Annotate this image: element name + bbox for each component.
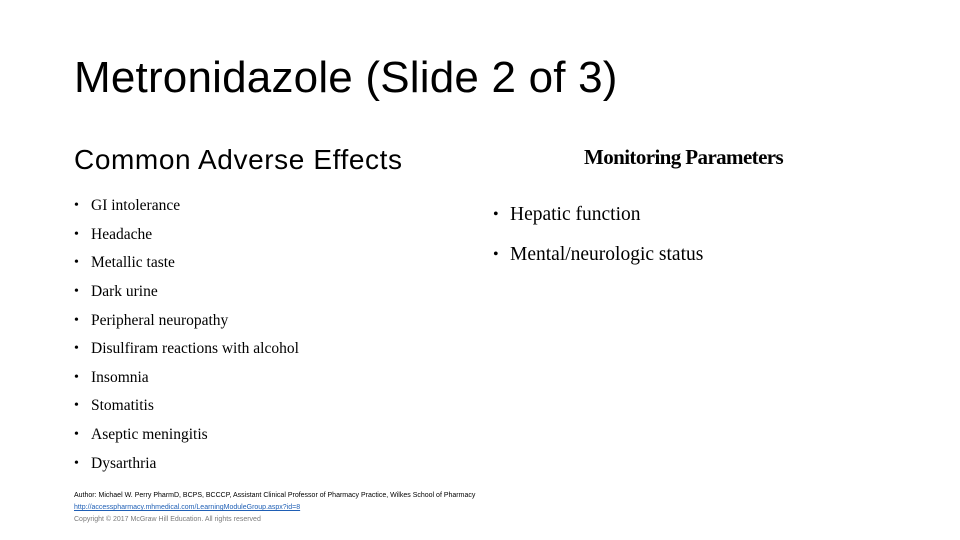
list-item: • Peripheral neuropathy bbox=[74, 306, 299, 335]
copyright-notice: Copyright © 2017 McGraw Hill Education. … bbox=[74, 516, 261, 523]
source-link[interactable]: http://accesspharmacy.mhmedical.com/Lear… bbox=[74, 502, 475, 513]
list-item: • Stomatitis bbox=[74, 392, 299, 421]
bullet-icon: • bbox=[74, 198, 79, 214]
adverse-effects-heading: Common Adverse Effects bbox=[74, 144, 403, 175]
bullet-icon: • bbox=[74, 226, 79, 242]
bullet-icon: • bbox=[74, 284, 79, 300]
list-item: • Hepatic function bbox=[493, 195, 703, 235]
slide-footer: Author: Michael W. Perry PharmD, BCPS, B… bbox=[74, 490, 475, 525]
monitoring-parameters-list: • Hepatic function • Mental/neurologic sta… bbox=[493, 195, 703, 275]
bullet-icon: • bbox=[493, 246, 499, 263]
list-item: • Dysarthria bbox=[74, 449, 299, 478]
bullet-icon: • bbox=[74, 341, 79, 357]
bullet-icon: • bbox=[74, 427, 79, 443]
list-item-text: Peripheral neuropathy bbox=[91, 311, 229, 329]
bullet-icon: • bbox=[74, 255, 79, 271]
list-item-text: Disulfiram reactions with alcohol bbox=[91, 340, 299, 358]
list-item-text: Aseptic meningitis bbox=[91, 426, 208, 444]
bullet-icon: • bbox=[74, 312, 79, 328]
author-credit: Author: Michael W. Perry PharmD, BCPS, B… bbox=[74, 492, 476, 499]
list-item-text: Stomatitis bbox=[91, 397, 154, 415]
list-item: • Insomnia bbox=[74, 364, 299, 393]
monitoring-parameters-heading: Monitoring Parameters bbox=[584, 145, 784, 169]
list-item: • Headache bbox=[74, 221, 299, 250]
bullet-icon: • bbox=[493, 206, 499, 223]
list-item-text: Dark urine bbox=[91, 283, 158, 301]
bullet-icon: • bbox=[74, 398, 79, 414]
bullet-icon: • bbox=[74, 455, 79, 471]
list-item-text: Insomnia bbox=[91, 368, 149, 386]
list-item: • Disulfiram reactions with alcohol bbox=[74, 335, 299, 364]
list-item-text: GI intolerance bbox=[91, 197, 181, 215]
list-item-text: Hepatic function bbox=[510, 204, 641, 225]
list-item-text: Metallic taste bbox=[91, 254, 175, 272]
list-item-text: Mental/neurologic status bbox=[510, 244, 704, 265]
slide-title: Metronidazole (Slide 2 of 3) bbox=[74, 53, 618, 102]
adverse-effects-list: • GI intolerance • Headache • Metallic tast… bbox=[74, 192, 299, 478]
list-item: • Dark urine bbox=[74, 278, 299, 307]
list-item: • Metallic taste bbox=[74, 249, 299, 278]
list-item-text: Dysarthria bbox=[91, 454, 157, 472]
list-item: • Aseptic meningitis bbox=[74, 421, 299, 450]
list-item-text: Headache bbox=[91, 225, 153, 243]
bullet-icon: • bbox=[74, 369, 79, 385]
list-item: • Mental/neurologic status bbox=[493, 235, 703, 275]
list-item: • GI intolerance bbox=[74, 192, 299, 221]
